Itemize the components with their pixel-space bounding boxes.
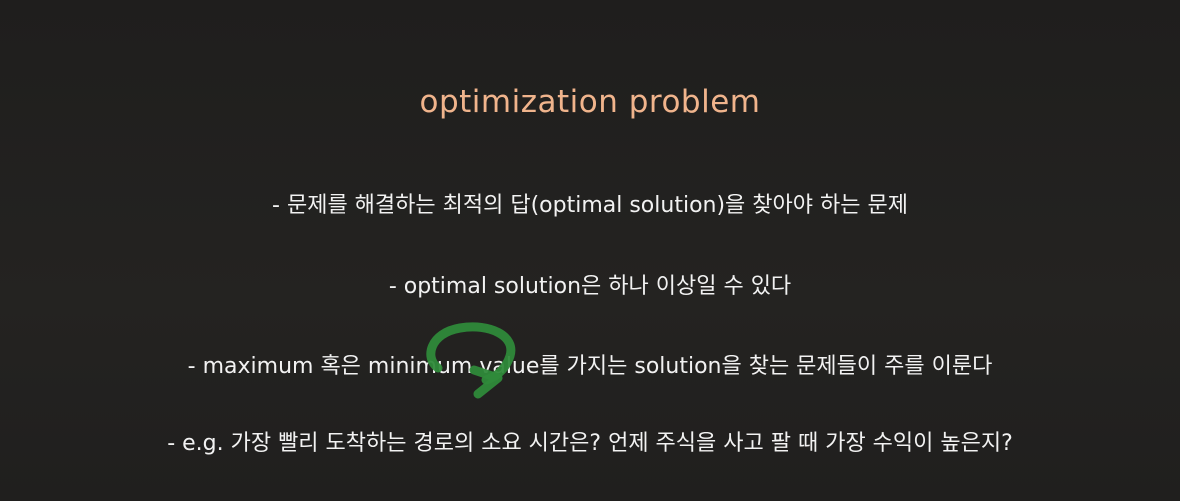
- presentation-slide: optimization problem - 문제를 해결하는 최적의 답(op…: [0, 0, 1180, 501]
- bullet-definition: - 문제를 해결하는 최적의 답(optimal solution)을 찾아야 …: [272, 193, 908, 218]
- bullet-multiple-solutions: - optimal solution은 하나 이상일 수 있다: [388, 274, 792, 299]
- bullet-examples: - e.g. 가장 빨리 도착하는 경로의 소요 시간은? 언제 주식을 사고 …: [167, 431, 1013, 456]
- slide-title: optimization problem: [419, 84, 761, 120]
- bullet-max-min-value: - maximum 혹은 minimum value를 가지는 solution…: [187, 354, 993, 379]
